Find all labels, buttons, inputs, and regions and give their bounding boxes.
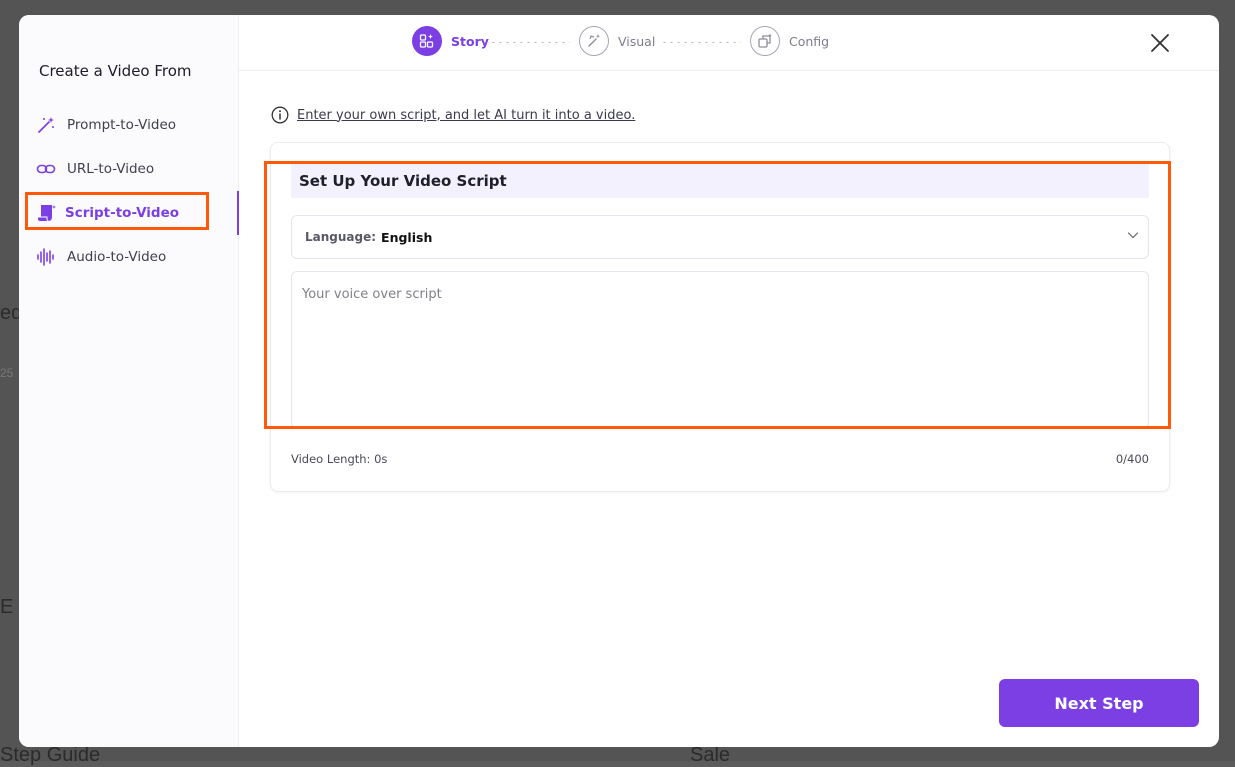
language-value: English — [381, 229, 433, 245]
script-card: Set Up Your Video Script Language: Engli… — [270, 142, 1170, 492]
sidebar-item-label: URL-to-Video — [67, 161, 155, 177]
background-heading: E — [0, 596, 14, 618]
highlight-box-sidebar — [25, 192, 209, 230]
language-select[interactable]: Language: English — [291, 215, 1149, 259]
script-input[interactable] — [291, 271, 1149, 429]
active-indicator — [237, 191, 239, 235]
story-icon — [412, 26, 442, 56]
step-label: Story — [451, 33, 489, 49]
sidebar-item-url-to-video[interactable]: URL-to-Video — [19, 147, 238, 191]
step-config[interactable]: Config — [750, 26, 829, 56]
background-guide-text: Step Guide — [0, 744, 101, 766]
sidebar: Create a Video From Prompt-to-Video URL-… — [19, 15, 239, 747]
sidebar-title: Create a Video From — [39, 62, 192, 80]
next-step-button[interactable]: Next Step — [999, 679, 1199, 727]
language-label: Language: — [305, 230, 377, 244]
sidebar-item-prompt-to-video[interactable]: Prompt-to-Video — [19, 103, 238, 147]
config-icon — [750, 26, 780, 56]
step-connector — [490, 41, 570, 43]
card-title: Set Up Your Video Script — [291, 164, 1149, 198]
step-visual[interactable]: Visual — [579, 26, 655, 56]
background-sale-text: Sale — [690, 744, 731, 766]
step-connector — [661, 41, 741, 43]
audio-wave-icon — [37, 248, 54, 266]
video-length: Video Length: 0s — [291, 452, 388, 466]
close-icon[interactable] — [1149, 32, 1171, 54]
chevron-down-icon — [1127, 232, 1139, 239]
step-header: Story Visual Config — [239, 15, 1219, 71]
link-icon — [36, 164, 56, 174]
sidebar-item-label: Prompt-to-Video — [67, 117, 177, 133]
magic-wand-icon — [38, 117, 54, 133]
info-icon — [271, 106, 289, 124]
script-hint: Enter your own script, and let AI turn i… — [271, 106, 635, 124]
sidebar-item-audio-to-video[interactable]: Audio-to-Video — [19, 235, 238, 279]
hint-link[interactable]: Enter your own script, and let AI turn i… — [297, 108, 635, 123]
create-video-modal: Create a Video From Prompt-to-Video URL-… — [19, 15, 1219, 747]
step-label: Config — [789, 33, 830, 49]
char-count: 0/400 — [1115, 452, 1149, 466]
step-label: Visual — [618, 33, 656, 49]
visual-icon — [579, 26, 609, 56]
background-number: 25 — [0, 366, 14, 380]
step-story[interactable]: Story — [412, 26, 489, 56]
sidebar-item-label: Audio-to-Video — [67, 249, 167, 265]
